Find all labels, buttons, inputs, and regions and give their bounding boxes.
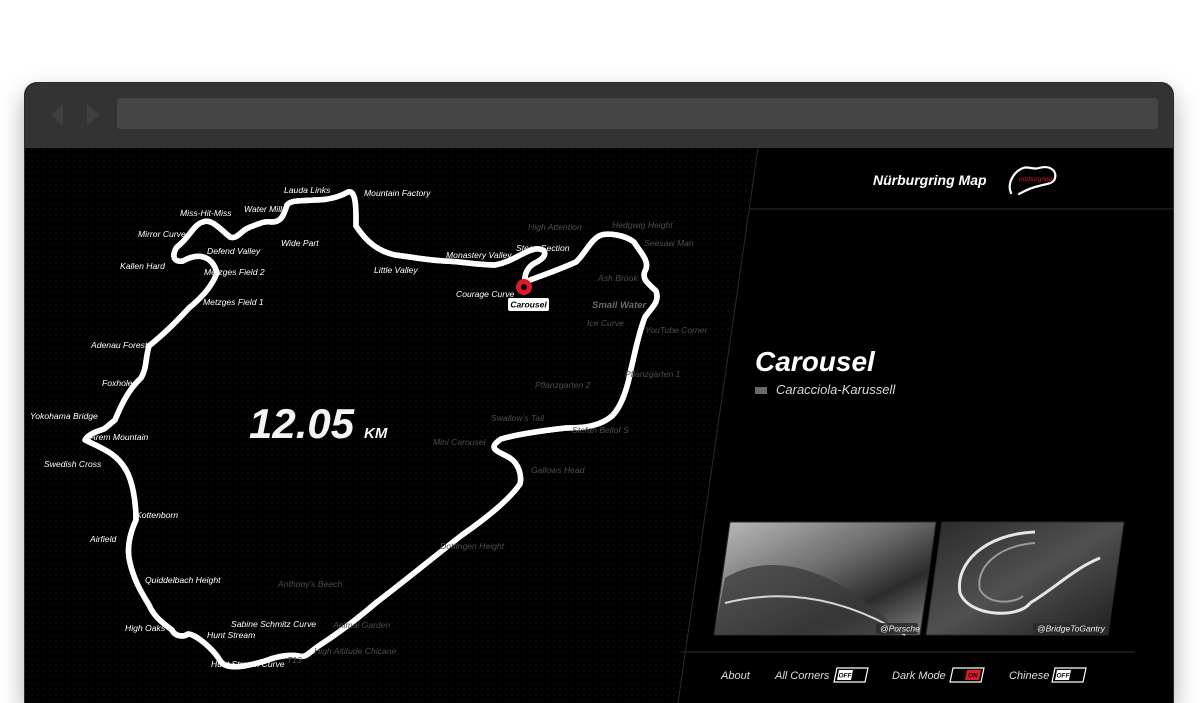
corner-label[interactable]: Defend Valley [207, 246, 261, 256]
toggle-state: OFF [1057, 673, 1071, 680]
location-pin-dot [521, 284, 527, 290]
corner-label[interactable]: Lauda Links [284, 185, 331, 195]
flag-icon [755, 387, 767, 394]
corner-label[interactable]: Hunt Stream [207, 630, 255, 640]
photo-credit: @BridgeToGantry [1037, 624, 1106, 634]
corner-label[interactable]: Courage Curve [456, 289, 514, 299]
corner-label[interactable]: High Oaks [125, 623, 166, 633]
all-corners-toggle[interactable]: OFF [833, 667, 869, 683]
corner-label-dim[interactable]: High Altitude Chicane [314, 646, 397, 656]
corner-label[interactable]: Kottenborn [136, 510, 178, 520]
corner-label-dim[interactable]: High Attention [528, 222, 582, 232]
corner-label-dim[interactable]: T13 [287, 655, 302, 665]
corner-label[interactable]: Swedish Cross [44, 459, 102, 469]
corner-label-dim[interactable]: Gallows Head [531, 465, 585, 475]
corner-label-dim[interactable]: Small Water [592, 300, 648, 311]
corner-label[interactable]: Metzges Field 1 [203, 297, 264, 307]
info-panel: Nürburgring Map nürburgring Carousel Car… [681, 166, 1173, 653]
corner-label[interactable]: Adenau Forest [90, 340, 148, 350]
corner-label[interactable]: Hunt Stream Curve [211, 659, 285, 669]
corner-label[interactable]: Metzges Field 2 [204, 267, 265, 277]
footer-bar: About All Corners OFF Dark Mode ON Chine… [720, 667, 1087, 683]
corner-label[interactable]: Little Valley [374, 265, 418, 275]
app-content: Carousel Lauda Links Mountain Factory Mi… [25, 148, 1173, 703]
corner-label[interactable]: Steep Section [516, 243, 570, 253]
chevron-right-icon[interactable] [77, 100, 107, 130]
corner-subtitle: Caracciola-Karussell [776, 382, 896, 397]
corner-label-dim[interactable]: Animal Garden [332, 620, 391, 630]
corner-label[interactable]: Yokohama Bridge [30, 411, 98, 421]
corner-label[interactable]: Quiddelbach Height [145, 575, 221, 585]
corner-photo[interactable]: @Porsche [713, 521, 937, 636]
corner-label-dim[interactable]: Pflanzgarten 1 [625, 369, 681, 379]
corner-label-dim[interactable]: Stefan Bellof S [572, 425, 629, 435]
logo-text: nürburgring [1019, 176, 1053, 183]
corner-label-dim[interactable]: Hedgwig Height [612, 220, 673, 230]
track-distance-unit: KM [364, 425, 388, 442]
corner-label[interactable]: Mirror Curve [138, 229, 186, 239]
corner-label[interactable]: Monastery Valley [446, 250, 512, 260]
corner-label-dim[interactable]: YouTube Corner [645, 325, 709, 335]
corner-label-dim[interactable]: Anthony's Beech [277, 579, 342, 589]
dark-mode-toggle[interactable]: ON [949, 667, 985, 683]
nurburgring-logo: nürburgring [1008, 166, 1057, 196]
about-link[interactable]: About [720, 670, 751, 682]
corner-label-dim[interactable]: Ice Curve [587, 318, 624, 328]
corner-label[interactable]: Miss-Hit-Miss [180, 208, 232, 218]
toggle-label: Chinese [1009, 670, 1049, 682]
corner-label-dim[interactable]: Mini Carousel [433, 437, 487, 447]
track-distance-value: 12.05 [249, 400, 355, 447]
corner-photo[interactable]: @BridgeToGantry [925, 521, 1125, 636]
corner-label[interactable]: Wide Part [281, 238, 319, 248]
corner-label-dim[interactable]: Seesaw Man [644, 238, 694, 248]
photo-credit: @Porsche [880, 624, 920, 634]
corner-label-dim[interactable]: Swallow's Tail [491, 413, 545, 423]
corner-label[interactable]: Water Mill [244, 204, 283, 214]
app-canvas: Carousel Lauda Links Mountain Factory Mi… [25, 148, 1173, 703]
corner-label[interactable]: Foxhole [102, 378, 133, 388]
toggle-label: Dark Mode [892, 670, 946, 682]
corner-label[interactable]: Mountain Factory [364, 188, 431, 198]
corner-label[interactable]: Airfield [89, 534, 116, 544]
map-dot-grid [25, 148, 758, 703]
corner-title: Carousel [755, 346, 876, 377]
corner-label[interactable]: Kallen Hard [120, 261, 165, 271]
app-title: Nürburgring Map [873, 172, 987, 188]
toggle-label: All Corners [774, 670, 830, 682]
browser-toolbar [25, 83, 1173, 148]
toggle-state: OFF [839, 673, 853, 680]
browser-window: Carousel Lauda Links Mountain Factory Mi… [25, 83, 1173, 703]
toggle-state: ON [968, 673, 978, 680]
chevron-left-icon[interactable] [43, 100, 73, 130]
corner-label-dim[interactable]: Dottingen Height [440, 541, 505, 551]
corner-label-dim[interactable]: Pflanzgarten 2 [535, 380, 591, 390]
address-bar[interactable] [117, 98, 1158, 129]
corner-label-dim[interactable]: Ash Brook [597, 273, 638, 283]
chinese-toggle[interactable]: OFF [1051, 667, 1087, 683]
corner-label[interactable]: Sabine Schmitz Curve [231, 619, 316, 629]
marker-label: Carousel [510, 300, 547, 310]
corner-label[interactable]: Arem Mountain [89, 432, 148, 442]
